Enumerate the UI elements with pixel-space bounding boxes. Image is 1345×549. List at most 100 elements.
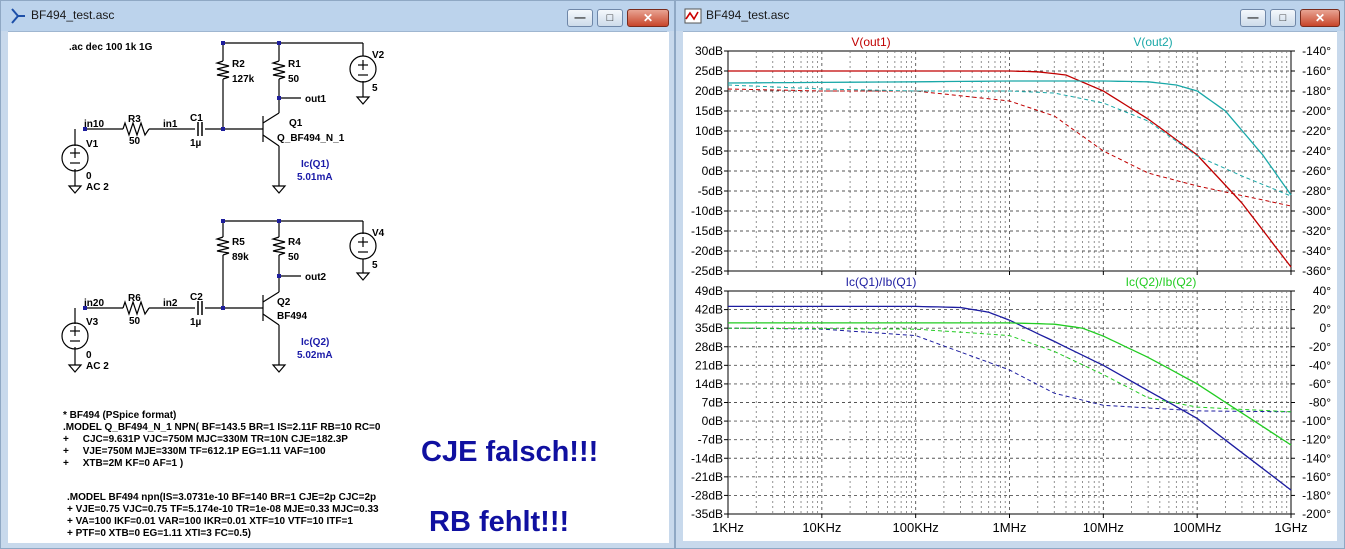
- v3-dc[interactable]: 0: [86, 350, 92, 361]
- v3-ac[interactable]: AC 2: [86, 361, 109, 372]
- x-tick-label: 10KHz: [802, 520, 841, 535]
- maximize-button[interactable]: □: [597, 9, 623, 27]
- c1-value[interactable]: 1µ: [190, 138, 202, 149]
- y-tick-label-left: 15dB: [695, 104, 723, 118]
- series-legend-label[interactable]: Ic(Q1)/Ib(Q1): [846, 275, 917, 289]
- c2-value[interactable]: 1µ: [190, 317, 202, 328]
- maximize-button[interactable]: □: [1270, 9, 1296, 27]
- r3-value[interactable]: 50: [129, 136, 141, 147]
- net-label-out2[interactable]: out2: [305, 272, 327, 283]
- y-tick-label-right: -280°: [1302, 184, 1331, 198]
- y-tick-label-right: -220°: [1302, 124, 1331, 138]
- q1-name[interactable]: Q1: [289, 118, 303, 129]
- y-tick-label-left: -21dB: [691, 470, 723, 484]
- schematic-canvas[interactable]: .ac dec 100 1k 1G R2 127k R1 50 V2 5 out…: [8, 32, 669, 543]
- v1-dc[interactable]: 0: [86, 171, 92, 182]
- r4-name[interactable]: R4: [288, 237, 301, 248]
- y-tick-label-left: -10dB: [691, 204, 723, 218]
- close-button[interactable]: ✕: [1300, 9, 1340, 27]
- series-legend-label[interactable]: V(out1): [851, 35, 890, 49]
- r5-name[interactable]: R5: [232, 237, 245, 248]
- model-2-line: + PTF=0 XTB=0 EG=1.11 XTI=3 FC=0.5): [67, 528, 251, 539]
- ic-q1-value[interactable]: 5.01mA: [297, 172, 333, 183]
- r2-name[interactable]: R2: [232, 59, 245, 70]
- q2-name[interactable]: Q2: [277, 297, 291, 308]
- waveform-window: BF494_test.asc — □ ✕ 30dB 25dB 20dB 15dB 10d…: [675, 0, 1345, 549]
- q1-model[interactable]: Q_BF494_N_1: [277, 133, 345, 144]
- series-legend-label[interactable]: V(out2): [1133, 35, 1172, 49]
- v4-value[interactable]: 5: [372, 260, 378, 271]
- minimize-button[interactable]: —: [1240, 9, 1266, 27]
- y-tick-label-left: 49dB: [695, 284, 723, 298]
- y-tick-label-right: 0°: [1320, 321, 1332, 335]
- y-tick-label-right: -200°: [1302, 104, 1331, 118]
- y-tick-label-left: 42dB: [695, 303, 723, 317]
- model-1-line: .MODEL Q_BF494_N_1 NPN( BF=143.5 BR=1 IS…: [63, 422, 381, 433]
- v2-name[interactable]: V2: [372, 50, 385, 61]
- net-label-in1[interactable]: in1: [163, 119, 178, 130]
- x-tick-label: 100KHz: [893, 520, 939, 535]
- v1-name[interactable]: V1: [86, 139, 99, 150]
- y-tick-label-left: 5dB: [702, 144, 723, 158]
- r1-value[interactable]: 50: [288, 74, 300, 85]
- y-tick-label-right: -360°: [1302, 264, 1331, 278]
- y-tick-label-left: 20dB: [695, 84, 723, 98]
- annotation-rb-fehlt[interactable]: RB fehlt!!!: [429, 506, 569, 538]
- ic-q1-label[interactable]: Ic(Q1): [301, 159, 329, 170]
- y-tick-label-left: -5dB: [698, 184, 723, 198]
- c2-name[interactable]: C2: [190, 292, 203, 303]
- r4-value[interactable]: 50: [288, 252, 300, 263]
- x-tick-label: 10MHz: [1083, 520, 1124, 535]
- y-tick-label-right: -180°: [1302, 84, 1331, 98]
- model-1-line: + CJC=9.631P VJC=750M MJC=330M TR=10N CJ…: [63, 434, 348, 445]
- y-tick-label-right: 40°: [1313, 284, 1331, 298]
- c1-name[interactable]: C1: [190, 113, 203, 124]
- annotation-cje-falsch[interactable]: CJE falsch!!!: [421, 436, 598, 468]
- y-tick-label-left: -25dB: [691, 264, 723, 278]
- r3-name[interactable]: R3: [128, 114, 141, 125]
- r6-value[interactable]: 50: [129, 316, 141, 327]
- waveform-window-title: BF494_test.asc: [706, 8, 790, 22]
- y-tick-label-left: 7dB: [702, 396, 723, 410]
- y-tick-label-left: 0dB: [702, 414, 723, 428]
- schematic-window: BF494_test.asc — □ ✕ .ac dec 100 1k 1G R…: [0, 0, 675, 549]
- r1-name[interactable]: R1: [288, 59, 301, 70]
- r2-value[interactable]: 127k: [232, 74, 255, 85]
- ic-q2-value[interactable]: 5.02mA: [297, 350, 333, 361]
- y-tick-label-right: -180°: [1302, 488, 1331, 502]
- v2-value[interactable]: 5: [372, 83, 378, 94]
- x-tick-label: 1GHz: [1274, 520, 1307, 535]
- net-label-in20[interactable]: in20: [84, 298, 104, 309]
- schematic-title-bar[interactable]: BF494_test.asc — □ ✕: [1, 1, 674, 32]
- y-tick-label-right: -340°: [1302, 244, 1331, 258]
- net-label-out1[interactable]: out1: [305, 94, 327, 105]
- net-label-in10[interactable]: in10: [84, 119, 104, 130]
- x-tick-label: 1MHz: [993, 520, 1027, 535]
- minimize-button[interactable]: —: [567, 9, 593, 27]
- y-tick-label-right: -320°: [1302, 224, 1331, 238]
- close-button[interactable]: ✕: [627, 9, 669, 27]
- net-label-in2[interactable]: in2: [163, 298, 178, 309]
- y-tick-label-left: -15dB: [691, 224, 723, 238]
- y-tick-label-right: -300°: [1302, 204, 1331, 218]
- v3-name[interactable]: V3: [86, 317, 99, 328]
- model-1-line: * BF494 (PSpice format): [63, 410, 176, 421]
- waveform-title-bar[interactable]: BF494_test.asc — □ ✕: [676, 1, 1344, 32]
- r5-value[interactable]: 89k: [232, 252, 249, 263]
- y-tick-label-left: 14dB: [695, 377, 723, 391]
- model-2-line: + VJE=0.75 VJC=0.75 TF=5.174e-10 TR=1e-0…: [67, 504, 379, 515]
- ac-directive[interactable]: .ac dec 100 1k 1G: [69, 42, 153, 53]
- r6-name[interactable]: R6: [128, 293, 141, 304]
- minimize-icon: —: [1247, 12, 1259, 24]
- v4-name[interactable]: V4: [372, 228, 385, 239]
- waveform-plots[interactable]: 30dB 25dB 20dB 15dB 10dB 5dB 0dB -5dB -10dB -15dB…: [683, 32, 1339, 543]
- y-tick-label-left: 25dB: [695, 64, 723, 78]
- model-2-line: + VA=100 IKF=0.01 VAR=100 IKR=0.01 XTF=1…: [67, 516, 353, 527]
- y-tick-label-right: -260°: [1302, 164, 1331, 178]
- series-legend-label[interactable]: Ic(Q2)/Ib(Q2): [1126, 275, 1197, 289]
- v1-ac[interactable]: AC 2: [86, 182, 109, 193]
- y-tick-label-left: -28dB: [691, 488, 723, 502]
- q2-model[interactable]: BF494: [277, 311, 307, 322]
- model-1-line: + XTB=2M KF=0 AF=1 ): [63, 458, 183, 469]
- ic-q2-label[interactable]: Ic(Q2): [301, 337, 329, 348]
